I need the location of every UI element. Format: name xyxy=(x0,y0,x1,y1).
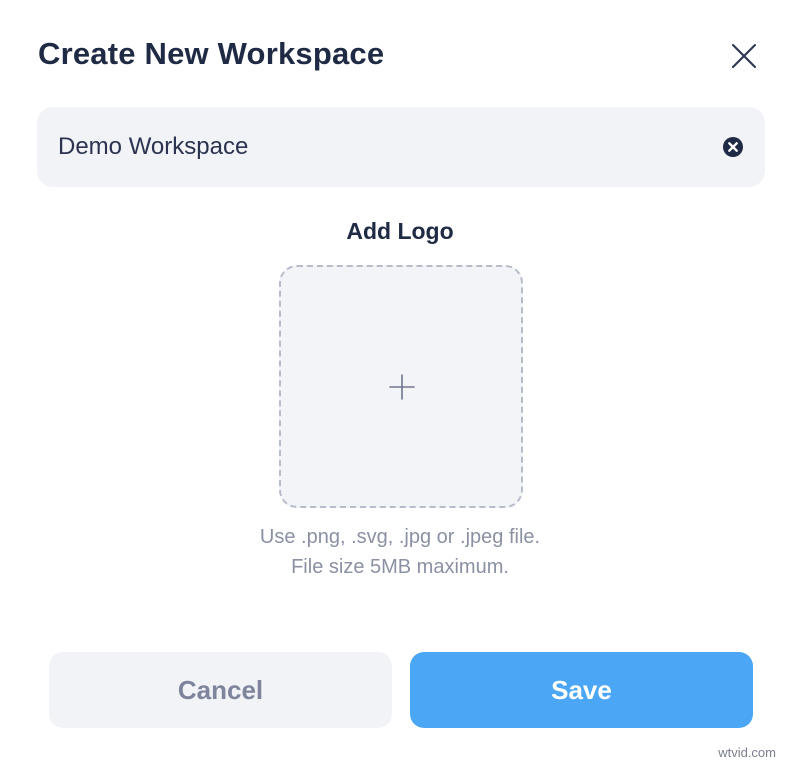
file-size-hint: File size 5MB maximum. xyxy=(291,556,509,578)
workspace-name-field xyxy=(37,107,765,187)
save-button[interactable]: Save xyxy=(410,652,753,728)
dialog-title: Create New Workspace xyxy=(38,36,385,71)
logo-upload-dropzone[interactable] xyxy=(279,265,523,508)
clear-circle-x-icon xyxy=(723,137,743,157)
add-logo-label: Add Logo xyxy=(346,218,454,244)
watermark: wtvid.com xyxy=(718,745,776,760)
workspace-name-input[interactable] xyxy=(58,107,698,187)
plus-icon xyxy=(389,374,415,400)
close-icon xyxy=(732,44,756,68)
create-workspace-dialog: Create New Workspace Add Logo Use .png, … xyxy=(0,0,800,766)
clear-input-button[interactable] xyxy=(722,136,744,158)
cancel-button[interactable]: Cancel xyxy=(49,652,392,728)
file-type-hint: Use .png, .svg, .jpg or .jpeg file. xyxy=(259,526,541,548)
close-button[interactable] xyxy=(728,40,760,72)
